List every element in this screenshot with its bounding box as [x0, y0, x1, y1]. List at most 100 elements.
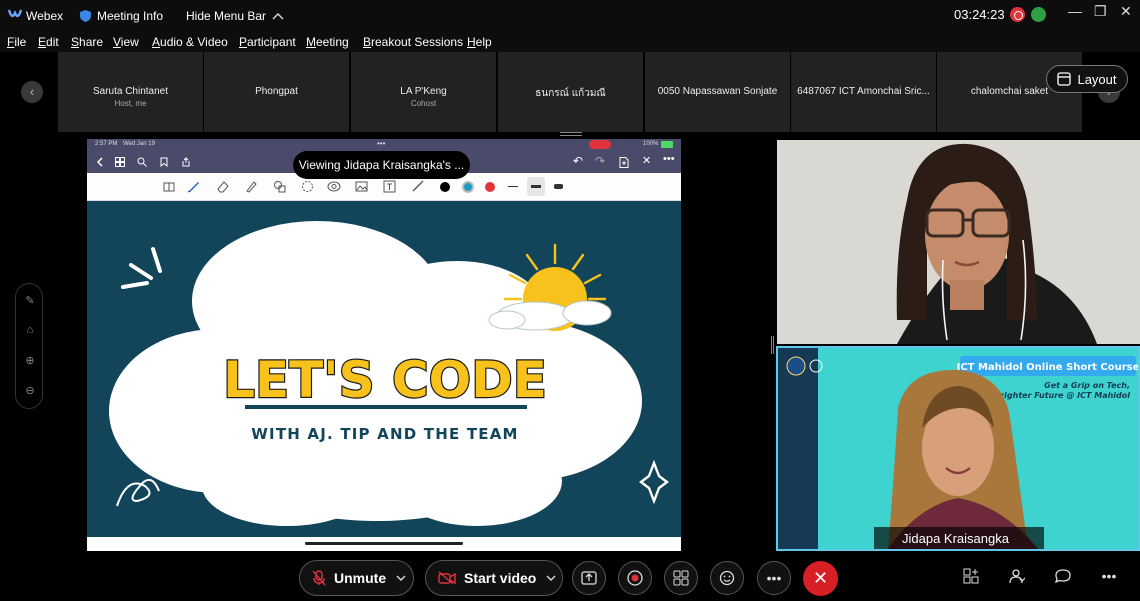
video-person-2: ICT Mahidol Online Short Course Get a Gr…	[778, 348, 1138, 549]
recording-icon	[1010, 7, 1025, 22]
star-doodle	[639, 459, 669, 505]
record-button[interactable]	[618, 561, 652, 595]
apps-icon	[673, 570, 689, 586]
back-icon[interactable]	[95, 157, 105, 167]
participant-video[interactable]	[777, 140, 1140, 344]
participant-tile[interactable]: 6487067 ICT Amonchai Sric...	[791, 52, 936, 132]
color-red-swatch[interactable]	[485, 182, 495, 192]
menu-help[interactable]: Help	[467, 35, 492, 49]
chevron-down-icon[interactable]	[396, 575, 406, 581]
sticker-icon[interactable]	[327, 180, 341, 193]
share-side-toolbar: ✎ ⌂ ⊕ ⊖	[15, 283, 43, 409]
redo-icon[interactable]: ↷	[595, 154, 605, 168]
grid-icon[interactable]	[115, 157, 125, 167]
stroke-thin-swatch[interactable]	[508, 186, 518, 187]
strip-resize-handle[interactable]	[560, 132, 582, 136]
minimize-icon[interactable]: —	[1068, 3, 1082, 19]
more-options-button[interactable]: •••	[757, 561, 791, 595]
add-page-icon[interactable]	[619, 157, 629, 168]
stroke-medium-swatch	[531, 185, 541, 188]
menu-share[interactable]: Share	[71, 35, 103, 49]
layout-panel-button[interactable]	[961, 568, 981, 588]
start-video-label: Start video	[464, 570, 537, 586]
banner-line-1: Get a Grip on Tech,	[1044, 381, 1130, 390]
participants-button[interactable]	[1007, 568, 1027, 588]
unmute-button[interactable]: Unmute	[299, 560, 414, 596]
more-icon[interactable]: •••	[663, 153, 675, 165]
meeting-timer: 03:24:23	[954, 7, 1005, 22]
pointer-icon[interactable]: ⌂	[23, 324, 37, 338]
participant-name: LA P'Keng	[400, 86, 447, 97]
hide-menu-bar-button[interactable]: Hide Menu Bar	[186, 9, 284, 23]
chevron-left-icon[interactable]: ‹	[21, 81, 43, 103]
pen-icon[interactable]	[187, 179, 201, 193]
apps-panel-icon	[963, 568, 979, 584]
leave-meeting-button[interactable]: ✕	[803, 561, 838, 596]
slide-title: LET'S CODE	[223, 351, 547, 409]
close-icon: ✕	[812, 568, 829, 588]
menu-edit[interactable]: Edit	[38, 35, 59, 49]
participant-tile[interactable]: Phongpat	[204, 52, 349, 132]
annotate-icon[interactable]: ✎	[23, 294, 37, 308]
share-screen-icon	[581, 571, 597, 585]
reader-icon[interactable]	[163, 181, 175, 193]
apps-button[interactable]	[664, 561, 698, 595]
layout-button[interactable]: Layout	[1046, 65, 1128, 93]
participant-name: Saruta Chintanet	[92, 86, 169, 97]
menu-breakout-sessions[interactable]: Breakout Sessions	[363, 35, 463, 49]
eraser-icon[interactable]	[217, 180, 230, 193]
microphone-muted-icon	[312, 570, 326, 586]
reactions-button[interactable]	[710, 561, 744, 595]
stroke-thick-swatch[interactable]	[554, 184, 563, 189]
menu-file[interactable]: File	[7, 35, 26, 49]
undo-icon[interactable]: ↶	[573, 154, 583, 168]
shared-screen: 2:57 PM Wed Jan 19 ••• 100% ↶ ↷ ✕ ••• LE…	[87, 139, 681, 551]
video-off-icon	[438, 571, 456, 585]
menu-view[interactable]: View	[113, 35, 139, 49]
maximize-icon[interactable]: ❐	[1094, 3, 1107, 20]
participant-tile[interactable]: 0050 Napassawan Sonjate	[645, 52, 790, 132]
chat-button[interactable]	[1053, 568, 1073, 588]
banner-title: ICT Mahidol Online Short Course	[957, 362, 1138, 373]
share-icon[interactable]	[181, 157, 191, 167]
color-black-swatch[interactable]	[440, 182, 450, 192]
meeting-info-label: Meeting Info	[97, 9, 164, 23]
status-date: Wed Jan 19	[123, 141, 155, 147]
shapes-icon[interactable]	[273, 180, 287, 193]
participant-tile[interactable]: ธนกรณ์ แก้วมณี	[498, 52, 643, 132]
close-window-icon[interactable]: ✕	[1120, 3, 1132, 20]
meeting-info-button[interactable]: Meeting Info	[80, 9, 163, 23]
chevron-up-icon	[272, 13, 284, 20]
record-icon	[627, 570, 643, 586]
menu-meeting[interactable]: Meeting	[306, 35, 349, 49]
panel-resize-handle[interactable]	[771, 336, 774, 354]
participant-name: Phongpat	[255, 86, 298, 97]
close-icon[interactable]: ✕	[642, 154, 651, 167]
menu-participant[interactable]: Participant	[239, 35, 296, 49]
text-icon[interactable]	[383, 180, 396, 193]
chevron-down-icon[interactable]	[546, 575, 556, 581]
zoom-out-icon[interactable]: ⊖	[23, 384, 37, 398]
bookmark-icon[interactable]	[159, 157, 169, 167]
meeting-controls: Unmute Start video ••• ✕ •••	[0, 554, 1140, 601]
zoom-in-icon[interactable]: ⊕	[23, 354, 37, 368]
chat-icon	[1054, 569, 1071, 584]
viewing-label: Viewing Jidapa Kraisangka's ...	[293, 151, 470, 179]
menu-audio-video[interactable]: Audio & Video	[152, 35, 228, 49]
search-icon[interactable]	[137, 157, 147, 167]
laser-pointer-icon[interactable]	[411, 179, 425, 193]
start-video-button[interactable]: Start video	[425, 560, 563, 596]
lasso-icon[interactable]	[301, 180, 314, 193]
participant-tile[interactable]: Saruta Chintanet Host, me	[58, 52, 203, 132]
slide: LET'S CODE WITH AJ. TIP AND THE TEAM	[87, 201, 681, 537]
participant-tile[interactable]: LA P'Keng Cohost	[351, 52, 496, 132]
speaker-name-label: Jidapa Kraisangka	[874, 527, 1044, 549]
active-speaker-video[interactable]: ICT Mahidol Online Short Course Get a Gr…	[776, 346, 1140, 551]
participant-strip: ‹ Saruta Chintanet Host, me Phongpat LA …	[0, 52, 1140, 134]
highlighter-icon[interactable]	[245, 180, 258, 193]
unmute-label: Unmute	[334, 570, 387, 586]
image-icon[interactable]	[355, 180, 368, 193]
color-blue-swatch[interactable]	[462, 181, 474, 193]
more-panel-button[interactable]: •••	[1099, 568, 1119, 588]
share-button[interactable]	[572, 561, 606, 595]
